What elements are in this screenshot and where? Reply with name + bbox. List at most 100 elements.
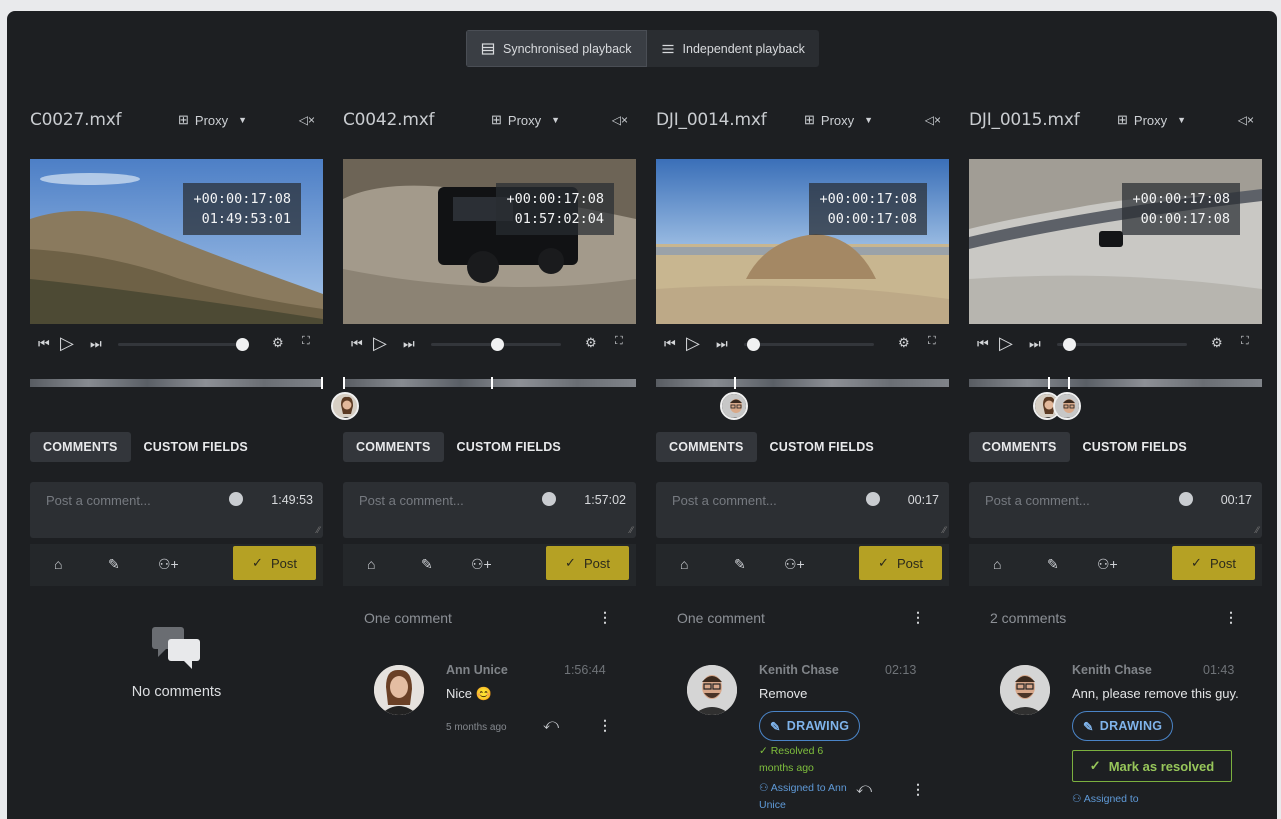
play-icon[interactable]: ▷ xyxy=(60,333,74,354)
more-options-icon[interactable]: ⋮ xyxy=(598,609,612,626)
gear-icon[interactable]: ⚙ xyxy=(1211,335,1223,351)
mute-icon[interactable]: ◁× xyxy=(612,113,628,127)
tag-icon[interactable]: ⌂ xyxy=(367,556,375,572)
more-options-icon[interactable]: ⋮ xyxy=(911,609,925,626)
fullscreen-icon[interactable]: ⛶ xyxy=(615,335,623,348)
gear-icon[interactable]: ⚙ xyxy=(898,335,910,351)
play-icon[interactable]: ▷ xyxy=(686,333,700,354)
video-player[interactable]: +00:00:17:08 01:49:53:01 xyxy=(30,159,323,324)
tab-comments[interactable]: COMMENTS xyxy=(656,432,757,462)
tab-comments[interactable]: COMMENTS xyxy=(969,432,1070,462)
tab-custom-fields[interactable]: CUSTOM FIELDS xyxy=(757,432,887,462)
proxy-dropdown[interactable]: ⊞ Proxy ▼ xyxy=(1117,112,1186,128)
tab-custom-fields[interactable]: CUSTOM FIELDS xyxy=(131,432,261,462)
tab-comments[interactable]: COMMENTS xyxy=(30,432,131,462)
mark-as-resolved-button[interactable]: ✓ Mark as resolved xyxy=(1072,750,1232,782)
timeline-strip[interactable] xyxy=(30,377,323,389)
check-icon: ✓ xyxy=(565,555,576,570)
prev-frame-icon[interactable]: ⏮ xyxy=(664,336,676,352)
prev-frame-icon[interactable]: ⏮ xyxy=(351,336,363,352)
add-user-icon[interactable]: ⚇+ xyxy=(1097,556,1118,573)
timeline-strip[interactable] xyxy=(343,377,636,389)
reply-icon[interactable]: ⤺ xyxy=(543,716,559,733)
fullscreen-icon[interactable]: ⛶ xyxy=(1241,335,1249,348)
next-frame-icon[interactable]: ⏭ xyxy=(90,336,102,352)
timeline-strip[interactable] xyxy=(969,377,1262,389)
scrub-knob[interactable] xyxy=(1063,338,1076,351)
next-frame-icon[interactable]: ⏭ xyxy=(403,336,415,352)
emoji-icon[interactable] xyxy=(866,492,880,506)
comment-marker-avatar[interactable] xyxy=(1053,392,1081,420)
add-user-icon[interactable]: ⚇+ xyxy=(158,556,179,573)
comment-input[interactable]: Post a comment... 00:17 ⁄⁄ xyxy=(969,482,1262,538)
comment-input[interactable]: Post a comment... 00:17 ⁄⁄ xyxy=(656,482,949,538)
tab-comments[interactable]: COMMENTS xyxy=(343,432,444,462)
comment-timestamp[interactable]: 00:17 xyxy=(1221,493,1252,507)
comment-time[interactable]: 02:13 xyxy=(885,663,916,677)
scrub-knob[interactable] xyxy=(491,338,504,351)
drawing-button[interactable]: ✎ DRAWING xyxy=(1072,711,1174,741)
resize-grip-icon[interactable]: ⁄⁄ xyxy=(317,525,320,535)
comment-input[interactable]: Post a comment... 1:49:53 ⁄⁄ xyxy=(30,482,323,538)
fullscreen-icon[interactable]: ⛶ xyxy=(928,335,936,348)
emoji-icon[interactable] xyxy=(229,492,243,506)
add-user-icon[interactable]: ⚇+ xyxy=(471,556,492,573)
tab-custom-fields[interactable]: CUSTOM FIELDS xyxy=(444,432,574,462)
more-options-icon[interactable]: ⋮ xyxy=(1224,609,1238,626)
video-player[interactable]: +00:00:17:08 00:00:17:08 xyxy=(656,159,949,324)
comment-marker-avatar[interactable] xyxy=(720,392,748,420)
drawing-button[interactable]: ✎ DRAWING xyxy=(759,711,861,741)
post-button[interactable]: ✓ Post xyxy=(1172,546,1255,580)
more-options-icon[interactable]: ⋮ xyxy=(598,717,612,734)
tab-custom-fields[interactable]: CUSTOM FIELDS xyxy=(1070,432,1200,462)
next-frame-icon[interactable]: ⏭ xyxy=(1029,336,1041,352)
resize-grip-icon[interactable]: ⁄⁄ xyxy=(943,525,946,535)
pencil-icon[interactable]: ✎ xyxy=(734,556,746,573)
tag-icon[interactable]: ⌂ xyxy=(993,556,1001,572)
pencil-icon[interactable]: ✎ xyxy=(108,556,120,573)
resize-grip-icon[interactable]: ⁄⁄ xyxy=(1256,525,1259,535)
proxy-dropdown[interactable]: ⊞ Proxy ▼ xyxy=(178,112,247,128)
emoji-icon[interactable] xyxy=(542,492,556,506)
comment-timestamp[interactable]: 1:49:53 xyxy=(271,493,313,507)
add-user-icon[interactable]: ⚇+ xyxy=(784,556,805,573)
gear-icon[interactable]: ⚙ xyxy=(272,335,284,351)
more-options-icon[interactable]: ⋮ xyxy=(911,781,925,798)
tag-icon[interactable]: ⌂ xyxy=(680,556,688,572)
mute-icon[interactable]: ◁× xyxy=(1238,113,1254,127)
next-frame-icon[interactable]: ⏭ xyxy=(716,336,728,352)
tag-icon[interactable]: ⌂ xyxy=(54,556,62,572)
resize-grip-icon[interactable]: ⁄⁄ xyxy=(630,525,633,535)
scrub-knob[interactable] xyxy=(236,338,249,351)
video-player[interactable]: +00:00:17:08 00:00:17:08 xyxy=(969,159,1262,324)
prev-frame-icon[interactable]: ⏮ xyxy=(977,336,989,352)
post-button[interactable]: ✓ Post xyxy=(546,546,629,580)
mute-icon[interactable]: ◁× xyxy=(925,113,941,127)
reply-icon[interactable]: ⤺ xyxy=(856,780,872,797)
scrub-knob[interactable] xyxy=(747,338,760,351)
scrub-track[interactable] xyxy=(1057,343,1187,346)
video-player[interactable]: +00:00:17:08 01:57:02:04 xyxy=(343,159,636,324)
prev-frame-icon[interactable]: ⏮ xyxy=(38,336,50,352)
scrub-track[interactable] xyxy=(118,343,248,346)
emoji-icon[interactable] xyxy=(1179,492,1193,506)
play-icon[interactable]: ▷ xyxy=(999,333,1013,354)
comment-timestamp[interactable]: 1:57:02 xyxy=(584,493,626,507)
proxy-dropdown[interactable]: ⊞ Proxy ▼ xyxy=(804,112,873,128)
timeline-strip[interactable] xyxy=(656,377,949,389)
comment-marker-avatar[interactable] xyxy=(331,392,359,420)
play-icon[interactable]: ▷ xyxy=(373,333,387,354)
comment-time[interactable]: 01:43 xyxy=(1203,663,1234,677)
comment-input[interactable]: Post a comment... 1:57:02 ⁄⁄ xyxy=(343,482,636,538)
gear-icon[interactable]: ⚙ xyxy=(585,335,597,351)
comment-timestamp[interactable]: 00:17 xyxy=(908,493,939,507)
fullscreen-icon[interactable]: ⛶ xyxy=(302,335,310,348)
mute-icon[interactable]: ◁× xyxy=(299,113,315,127)
pencil-icon[interactable]: ✎ xyxy=(1047,556,1059,573)
scrub-track[interactable] xyxy=(744,343,874,346)
comment-time[interactable]: 1:56:44 xyxy=(564,663,606,677)
pencil-icon[interactable]: ✎ xyxy=(421,556,433,573)
post-button[interactable]: ✓ Post xyxy=(233,546,316,580)
post-button[interactable]: ✓ Post xyxy=(859,546,942,580)
proxy-dropdown[interactable]: ⊞ Proxy ▼ xyxy=(491,112,560,128)
